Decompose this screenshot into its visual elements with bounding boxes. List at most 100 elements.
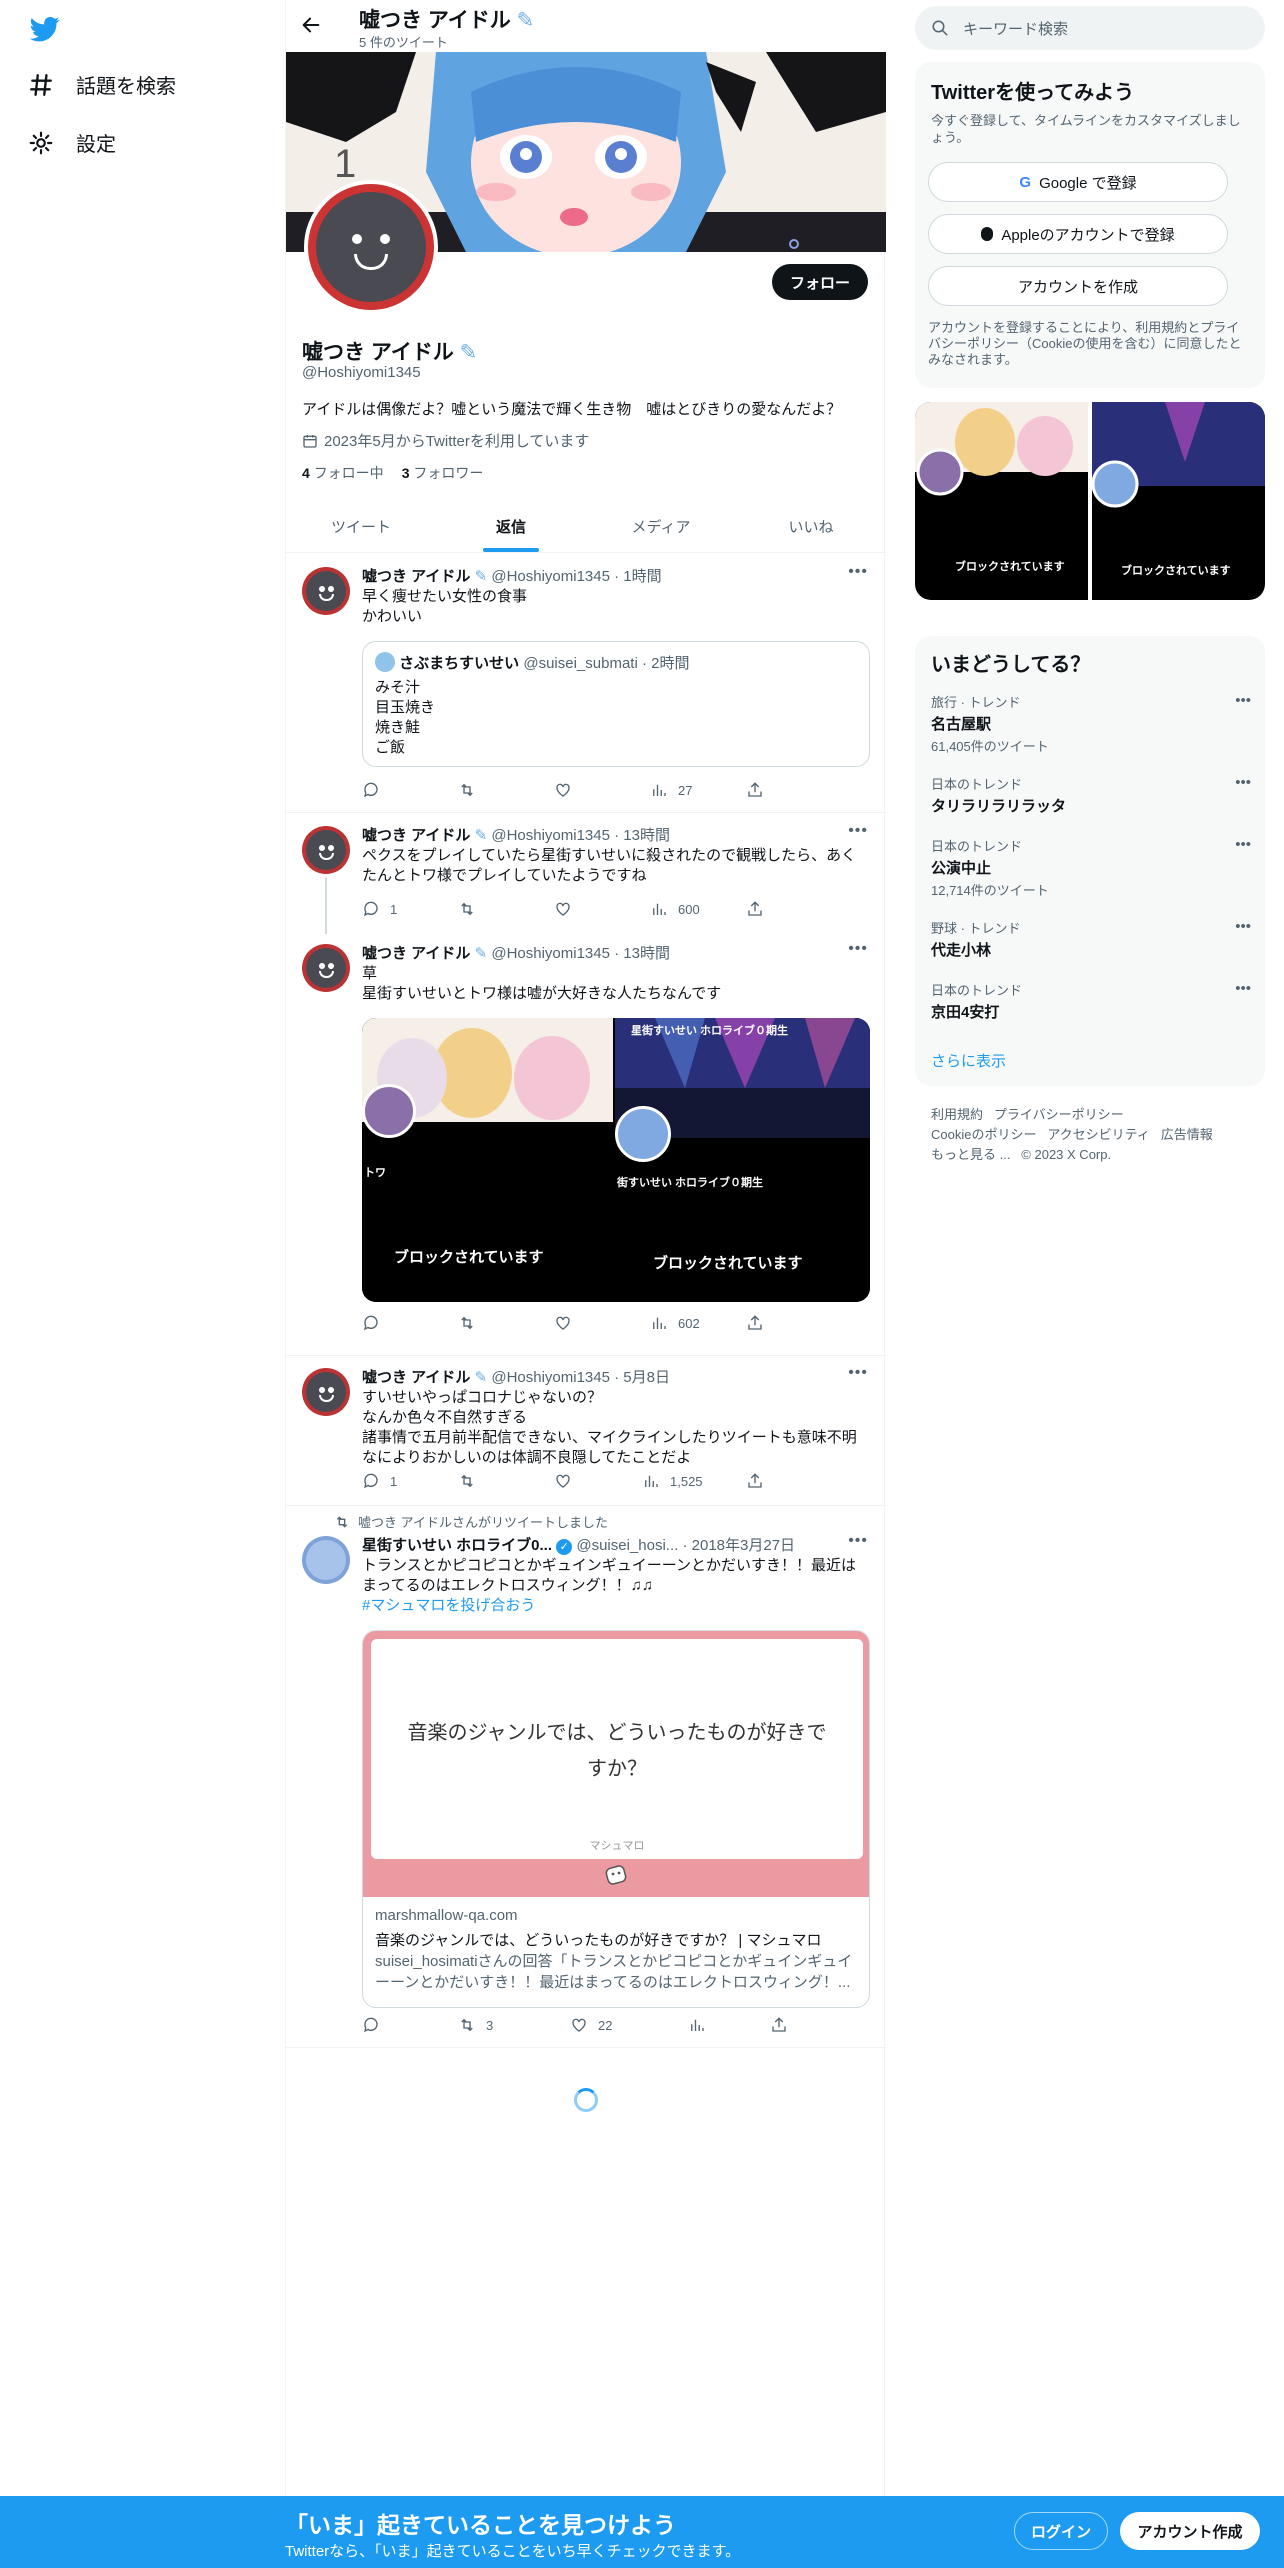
views-button[interactable]: 600 (650, 900, 700, 918)
more-icon[interactable]: ••• (1235, 918, 1251, 935)
more-icon[interactable]: ••• (1235, 980, 1251, 997)
trend-item[interactable]: 旅行 · トレンド 名古屋駅 61,405件のツイート ••• (931, 692, 1251, 755)
share-button[interactable] (770, 2016, 788, 2034)
marshmallow-question: 音楽のジャンルでは、どういったものが好きですか？ (407, 1722, 827, 1780)
tweet-avatar[interactable] (302, 944, 350, 992)
retweet-button[interactable] (458, 1472, 476, 1490)
trend-item[interactable]: 日本のトレンド 公演中止 12,714件のツイート ••• (931, 836, 1251, 899)
left-nav: 話題を検索 設定 (0, 0, 285, 2500)
back-arrow-icon[interactable] (300, 14, 322, 36)
views-button[interactable]: 27 (650, 781, 692, 799)
retweet-button[interactable] (458, 900, 476, 918)
media-image-right[interactable]: 星街すいせい ホロライブ０期生 街すいせい ホロライブ０期生 ブロックされていま… (615, 1018, 870, 1302)
tweet-avatar[interactable] (302, 1536, 350, 1584)
footer-more-link[interactable]: もっと見る ... (931, 1147, 1010, 1162)
follow-button[interactable]: フォロー (771, 264, 868, 300)
footer-link[interactable]: プライバシーポリシー (994, 1107, 1124, 1122)
followers-link[interactable]: 3 フォロワー (402, 463, 484, 483)
more-icon[interactable]: ••• (848, 563, 868, 581)
retweet-button[interactable]: 3 (458, 2016, 493, 2034)
tweet[interactable]: 嘘つき アイドル ✎ @Hoshiyomi1345 · 5月8日 ••• すいせ… (286, 1356, 886, 1506)
signup-button[interactable]: アカウント作成 (1120, 2512, 1260, 2550)
reply-button[interactable] (362, 1314, 380, 1332)
footer-link[interactable]: 広告情報 (1161, 1127, 1213, 1142)
views-button[interactable]: 602 (650, 1314, 700, 1332)
twitter-logo-icon[interactable] (28, 14, 62, 44)
apple-signup-button[interactable]: Appleのアカウントで登録 (928, 214, 1228, 254)
tweet-media[interactable]: トワ ブロックされています 星街すいせい ホロライブ０期生 街すいせい ホロライ… (362, 1018, 870, 1302)
trend-item[interactable]: 日本のトレンド 京田4安打 ••• (931, 980, 1251, 1022)
more-icon[interactable]: ••• (1235, 836, 1251, 853)
nav-settings[interactable]: 設定 (28, 128, 116, 157)
more-icon[interactable]: ••• (848, 1532, 868, 1550)
tab-replies[interactable]: 返信 (436, 500, 586, 552)
views-button[interactable]: 1,525 (642, 1472, 703, 1490)
tab-media[interactable]: メディア (586, 500, 736, 552)
show-more-link[interactable]: さらに表示 (931, 1050, 1006, 1071)
header-profile-name: 嘘つき アイドル ✎ (359, 9, 535, 32)
profile-avatar[interactable] (304, 180, 438, 314)
more-icon[interactable]: ••• (848, 1364, 868, 1382)
footer-link[interactable]: 利用規約 (931, 1107, 983, 1122)
heart-icon (556, 1316, 570, 1330)
apple-icon (981, 227, 994, 241)
trend-item[interactable]: 日本のトレンド タリラリラリラッタ ••• (931, 774, 1251, 816)
share-button[interactable] (746, 1472, 764, 1490)
like-button[interactable]: 22 (570, 2016, 612, 2034)
media-image-left[interactable]: トワ ブロックされています (362, 1018, 613, 1302)
profile-stats: 4 フォロー中 3 フォロワー (302, 463, 483, 483)
signup-card: Twitterを使ってみよう 今すぐ登録して、タイムラインをカスタマイズしましょ… (915, 62, 1265, 388)
views-button[interactable] (688, 2016, 706, 2034)
more-icon[interactable]: ••• (848, 822, 868, 840)
retweet-button[interactable] (458, 1314, 476, 1332)
login-button[interactable]: ログイン (1014, 2512, 1108, 2550)
more-icon[interactable]: ••• (848, 940, 868, 958)
footer-link[interactable]: アクセシビリティ (1047, 1127, 1150, 1142)
like-button[interactable] (554, 1314, 572, 1332)
reply-icon (363, 1315, 378, 1331)
create-account-button[interactable]: アカウントを作成 (928, 266, 1228, 306)
like-button[interactable] (554, 1472, 572, 1490)
google-signup-button[interactable]: G Google で登録 (928, 162, 1228, 202)
share-icon (748, 901, 762, 916)
heart-icon (556, 902, 570, 916)
reply-button[interactable]: 1 (362, 900, 397, 918)
tweet-avatar[interactable] (302, 1368, 350, 1416)
tab-likes[interactable]: いいね (736, 500, 886, 552)
bottom-bar-title: 「いま」起きていることを見つけよう (285, 2512, 676, 2538)
heart-icon (556, 783, 570, 797)
hashtag-link[interactable]: #マシュマロを投げ合おう (362, 1596, 870, 1616)
avatar-face (316, 192, 426, 302)
tweet[interactable]: 嘘つき アイドルさんがリツイートしました 星街すいせい ホロライブ0... ✓ … (286, 1506, 886, 2048)
share-button[interactable] (746, 900, 764, 918)
retweet-button[interactable] (458, 781, 476, 799)
like-button[interactable] (554, 900, 572, 918)
search-box[interactable]: キーワード検索 (915, 6, 1265, 50)
reply-button[interactable] (362, 781, 380, 799)
following-link[interactable]: 4 フォロー中 (302, 463, 384, 483)
tweet[interactable]: 嘘つき アイドル ✎ @Hoshiyomi1345 · 13時間 ••• ペクス… (286, 814, 886, 934)
tweet[interactable]: 嘘つき アイドル ✎ @Hoshiyomi1345 · 1時間 ••• 早く痩せ… (286, 553, 886, 813)
trend-item[interactable]: 野球 · トレンド 代走小林 ••• (931, 918, 1251, 960)
tweet-avatar[interactable] (302, 567, 350, 615)
reply-button[interactable]: 1 (362, 1472, 397, 1490)
pen-emoji-icon: ✎ (459, 341, 478, 364)
like-button[interactable] (554, 781, 572, 799)
more-icon[interactable]: ••• (1235, 692, 1251, 709)
header-tweet-count: 5 件のツイート (359, 35, 448, 50)
link-card[interactable]: 音楽のジャンルでは、どういったものが好きですか？ マシュマロ marshmall… (362, 1630, 870, 2008)
nav-explore[interactable]: 話題を検索 (28, 70, 176, 99)
page: 話題を検索 設定 嘘つき アイドル ✎ 5 件のツイート 1 フォロー 嘘つき … (0, 0, 1284, 2568)
quoted-tweet[interactable]: さぶまちすいせい @suisei_submati · 2時間 みそ汁 目玉焼き … (362, 641, 870, 767)
profile-media-grid[interactable]: ブロックされています ブロックされています (915, 402, 1265, 600)
footer-link[interactable]: Cookieのポリシー (931, 1127, 1036, 1142)
share-button[interactable] (746, 1314, 764, 1332)
media-grid-blocked-left: ブロックされています (955, 561, 1065, 573)
tweet-avatar[interactable] (302, 826, 350, 874)
tab-tweets[interactable]: ツイート (286, 500, 436, 552)
calendar-icon (303, 434, 317, 448)
more-icon[interactable]: ••• (1235, 774, 1251, 791)
reply-button[interactable] (362, 2016, 380, 2034)
share-button[interactable] (746, 781, 764, 799)
tweet[interactable]: 嘘つき アイドル ✎ @Hoshiyomi1345 · 13時間 ••• 草 星… (286, 934, 886, 1356)
